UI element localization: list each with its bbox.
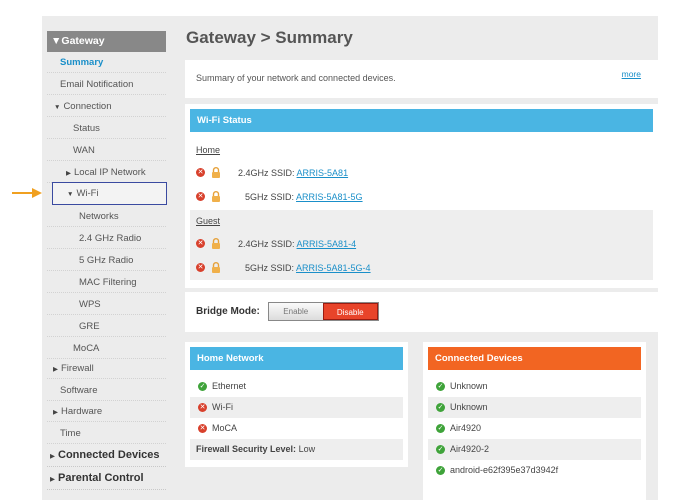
home-network-card: Home Network ✓ Ethernet ✕ Wi-Fi ✕ MoCA Fire… (185, 342, 408, 467)
error-icon: ✕ (196, 263, 205, 272)
check-icon: ✓ (436, 445, 445, 454)
device-item[interactable]: ✓ Air4920-2 (428, 439, 641, 460)
sidebar-item-5ghz-radio[interactable]: 5 GHz Radio (47, 250, 166, 271)
lock-icon (212, 167, 220, 178)
check-icon: ✓ (436, 466, 445, 475)
wifi-row-home-5: ✕ 5GHz SSID: ARRIS-5A81-5G (190, 185, 653, 209)
home-network-item-moca: ✕ MoCA (198, 423, 238, 433)
error-icon: ✕ (196, 192, 205, 201)
summary-text: Summary of your network and connected de… (196, 73, 396, 83)
sidebar-item-hardware[interactable]: ▶ Hardware (47, 401, 166, 422)
sidebar-item-wan[interactable]: WAN (47, 140, 166, 161)
pointer-arrow-icon (12, 188, 42, 198)
error-icon: ✕ (198, 424, 207, 433)
chevron-down-icon: ▼ (54, 104, 61, 111)
bridge-mode-toggle: Enable Disable (268, 302, 379, 321)
sidebar-item-networks[interactable]: Networks (47, 206, 166, 227)
band-label: 5GHz SSID: ARRIS-5A81-5G-4 (245, 263, 371, 273)
error-icon: ✕ (196, 239, 205, 248)
sidebar-item-software[interactable]: Software (47, 380, 166, 401)
device-item[interactable]: ✓ Unknown (428, 397, 641, 418)
sidebar-item-wps[interactable]: WPS (47, 294, 166, 315)
connected-devices-header: Connected Devices (428, 347, 641, 370)
wifi-status-card: Wi-Fi Status Home ✕ 2.4GHz SSID: ARRIS-5… (185, 104, 658, 288)
chevron-right-icon: ▶ (50, 453, 55, 460)
device-item[interactable]: ✓ android-e62f395e37d3942f (428, 460, 641, 481)
connected-devices-card: Connected Devices ✓ Unknown ✓ Unknown ✓ Air… (423, 342, 646, 500)
sidebar-header-gateway[interactable]: ▼Gateway (47, 31, 166, 52)
check-icon: ✓ (436, 382, 445, 391)
firewall-level-value: Low (298, 444, 316, 454)
device-item[interactable]: ✓ Air4920 (428, 418, 641, 439)
error-icon: ✕ (196, 168, 205, 177)
bridge-mode-card: Bridge Mode: Enable Disable (185, 292, 658, 332)
bridge-mode-label: Bridge Mode: (196, 306, 260, 317)
sidebar-item-24ghz-radio[interactable]: 2.4 GHz Radio (47, 228, 166, 249)
sidebar: ▼Gateway Summary Email Notification ▼ Con… (42, 16, 169, 500)
sidebar-item-local-ip-network[interactable]: ▶ Local IP Network (47, 162, 166, 183)
ssid-link-guest-24[interactable]: ARRIS-5A81-4 (297, 239, 357, 249)
enable-button[interactable]: Enable (269, 303, 323, 320)
sidebar-item-time[interactable]: Time (47, 423, 166, 444)
lock-icon (212, 238, 220, 249)
lock-icon (212, 262, 220, 273)
sidebar-item-connected-devices[interactable]: ▶ Connected Devices (47, 444, 166, 467)
chevron-down-icon: ▼ (51, 35, 62, 47)
wifi-row-guest-5: ✕ 5GHz SSID: ARRIS-5A81-5G-4 (190, 256, 653, 280)
more-link[interactable]: more (622, 69, 641, 79)
firewall-security-level: Firewall Security Level: Low (190, 439, 403, 460)
disable-button[interactable]: Disable (322, 303, 378, 320)
sidebar-item-wifi[interactable]: ▼ Wi-Fi (52, 182, 167, 205)
summary-card: Summary of your network and connected de… (185, 60, 658, 98)
band-label: 2.4GHz SSID: ARRIS-5A81-4 (238, 239, 357, 249)
main-content: Gateway > Summary Summary of your networ… (185, 16, 658, 500)
error-icon: ✕ (198, 403, 207, 412)
wifi-status-header: Wi-Fi Status (190, 109, 653, 132)
page-title: Gateway > Summary (186, 28, 353, 47)
sidebar-item-summary[interactable]: Summary (47, 52, 166, 73)
sidebar-item-gre[interactable]: GRE (47, 316, 166, 337)
home-section-label: Home (196, 145, 221, 155)
guest-section-label: Guest (190, 210, 653, 232)
chevron-right-icon: ▶ (50, 476, 55, 483)
check-icon: ✓ (436, 403, 445, 412)
ssid-link-home-24[interactable]: ARRIS-5A81 (297, 168, 349, 178)
page-frame: ▼Gateway Summary Email Notification ▼ Con… (42, 16, 658, 500)
sidebar-item-moca[interactable]: MoCA (47, 338, 166, 359)
wifi-row-guest-24: ✕ 2.4GHz SSID: ARRIS-5A81-4 (190, 232, 653, 256)
chevron-down-icon: ▼ (67, 191, 74, 198)
sidebar-item-parental-control[interactable]: ▶ Parental Control (47, 467, 166, 490)
wifi-row-home-24: ✕ 2.4GHz SSID: ARRIS-5A81 (190, 161, 653, 185)
home-network-item-ethernet: ✓ Ethernet (198, 381, 247, 391)
device-item[interactable]: ✓ Unknown (428, 376, 641, 397)
band-label: 5GHz SSID: ARRIS-5A81-5G (245, 192, 363, 202)
chevron-right-icon: ▶ (66, 170, 71, 177)
home-network-item-wifi: ✕ Wi-Fi (190, 397, 403, 418)
sidebar-item-mac-filtering[interactable]: MAC Filtering (47, 272, 166, 293)
home-network-header: Home Network (190, 347, 403, 370)
sidebar-item-connection[interactable]: ▼ Connection (47, 96, 166, 117)
sidebar-item-status[interactable]: Status (47, 118, 166, 139)
check-icon: ✓ (198, 382, 207, 391)
sidebar-item-firewall[interactable]: ▶ Firewall (47, 358, 166, 379)
check-icon: ✓ (436, 424, 445, 433)
lock-icon (212, 191, 220, 202)
chevron-right-icon: ▶ (53, 366, 58, 373)
ssid-link-guest-5[interactable]: ARRIS-5A81-5G-4 (296, 263, 371, 273)
chevron-right-icon: ▶ (53, 409, 58, 416)
sidebar-item-email-notification[interactable]: Email Notification (47, 74, 166, 95)
band-label: 2.4GHz SSID: ARRIS-5A81 (238, 168, 349, 178)
ssid-link-home-5[interactable]: ARRIS-5A81-5G (296, 192, 363, 202)
